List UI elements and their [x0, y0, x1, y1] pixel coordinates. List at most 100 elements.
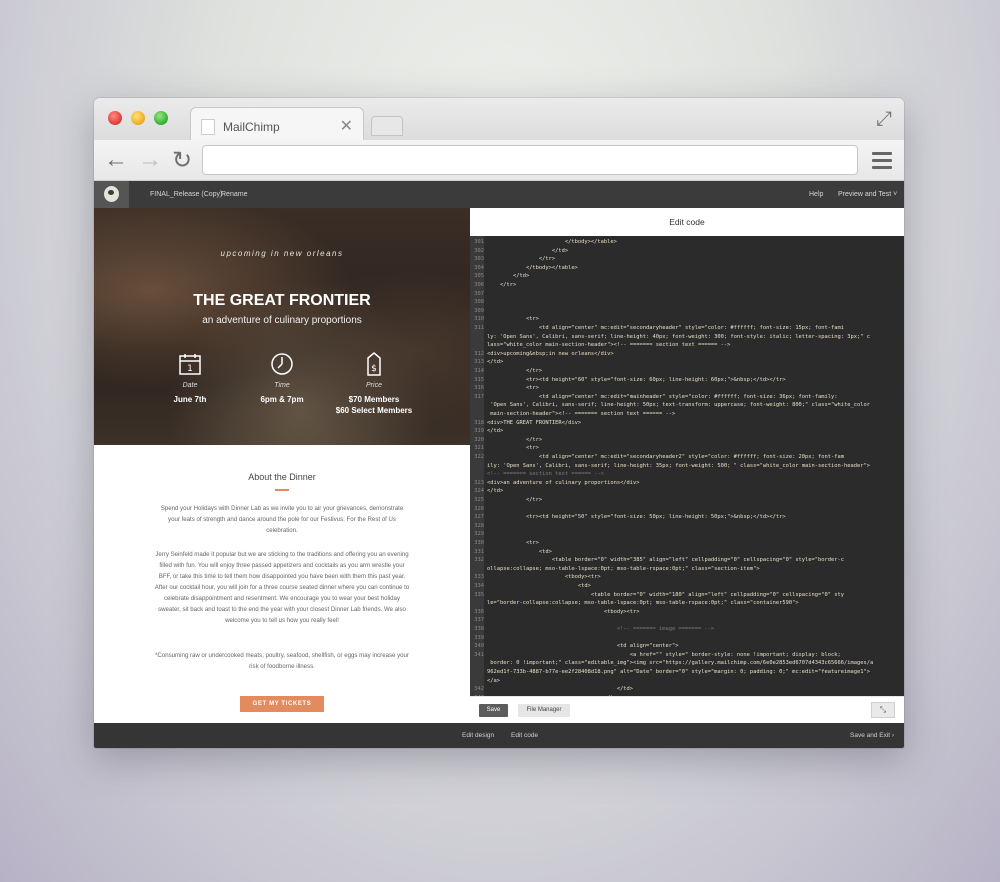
code-line[interactable]: le="border-collapse:collapse; mso-table-…	[470, 599, 904, 608]
code-line[interactable]: ollapse:collapse; mso-table-lspace:0pt; …	[470, 565, 904, 574]
code-line[interactable]: 316 <tr>	[470, 384, 904, 393]
code-line[interactable]: 309	[470, 307, 904, 316]
back-arrow-icon[interactable]: ←	[104, 146, 128, 174]
email-preview-pane: upcoming in new orleans THE GREAT FRONTI…	[94, 208, 470, 723]
line-number: 319	[474, 428, 484, 435]
code-line[interactable]: 342 </td>	[470, 685, 904, 694]
line-text: </td>	[487, 273, 530, 280]
price-label: Price	[366, 382, 382, 389]
save-button[interactable]: Save	[479, 704, 508, 717]
code-line[interactable]: 303 </tr>	[470, 255, 904, 264]
code-line[interactable]: 326	[470, 505, 904, 514]
code-line[interactable]: 325 </tr>	[470, 496, 904, 505]
price-tag-icon: $	[314, 352, 434, 376]
edit-code-tab[interactable]: Edit code	[511, 732, 538, 739]
code-line[interactable]: main-section-header"><!-- ======= sectio…	[470, 410, 904, 419]
code-line[interactable]: 327 <tr><td height="50" style="font-size…	[470, 513, 904, 522]
line-number: 342	[474, 686, 484, 693]
line-text: </td>	[487, 359, 504, 366]
edit-design-tab[interactable]: Edit design	[462, 732, 494, 739]
code-line[interactable]: 304 </tbody></table>	[470, 264, 904, 273]
code-line[interactable]: 341 <a href="" style=" border-style: non…	[470, 651, 904, 660]
code-line[interactable]: 'Open Sans', Calibri, sans-serif; line-h…	[470, 401, 904, 410]
hamburger-menu-icon[interactable]	[872, 152, 892, 173]
code-line[interactable]: 312 <div>upcoming&nbsp;in new orleans</di…	[470, 350, 904, 359]
browser-window: MailChimp ✕ ⤢ ← → ↻ FINAL_Release (Copy)…	[94, 98, 904, 748]
reload-icon[interactable]: ↻	[172, 146, 192, 175]
code-line[interactable]: 324 </td>	[470, 487, 904, 496]
line-text: 'Open Sans', Calibri, sans-serif; line-h…	[487, 402, 870, 409]
fullscreen-editor-icon[interactable]: ⤡	[871, 702, 895, 718]
save-and-exit-button[interactable]: Save and Exit ›	[850, 732, 894, 739]
code-line[interactable]: 338 <!-- ======= image ======= -->	[470, 625, 904, 634]
code-line[interactable]: 314 </tr>	[470, 367, 904, 376]
code-line[interactable]: 336 <tbody><tr>	[470, 608, 904, 617]
code-line[interactable]: 332 <table border="0" width="385" align=…	[470, 556, 904, 565]
line-number: 301	[474, 239, 484, 245]
forward-arrow-icon[interactable]: →	[138, 146, 162, 174]
rename-link[interactable]: Rename	[221, 191, 247, 198]
code-line[interactable]: 305 </td>	[470, 272, 904, 281]
minimize-window-button[interactable]	[131, 111, 145, 125]
code-line[interactable]: ly: 'Open Sans', Calibri, sans-serif; li…	[470, 333, 904, 342]
code-line[interactable]: ily: 'Open Sans', Calibri, sans-serif; l…	[470, 462, 904, 471]
code-line[interactable]: 333 <tbody><tr>	[470, 573, 904, 582]
code-line[interactable]: 334 <td>	[470, 582, 904, 591]
code-area[interactable]: 301 </tbody></table> 302 </td> 303 </tr> 30…	[470, 236, 904, 696]
tab-close-icon[interactable]: ✕	[340, 116, 353, 136]
line-number: 332	[474, 557, 484, 564]
fullscreen-expand-icon[interactable]: ⤢	[876, 108, 892, 131]
preview-and-test-menu[interactable]: Preview and Test ˅	[838, 191, 897, 198]
code-line[interactable]: 321 <tr>	[470, 444, 904, 453]
code-line[interactable]: 962ed1f-733b-4887-b77e-ee2f28408d18.png"…	[470, 668, 904, 677]
code-line[interactable]: <!-- ======= section text ====== -->	[470, 470, 904, 479]
code-line[interactable]: 323 <div>an adventure of culinary proport…	[470, 479, 904, 488]
line-text: </tr>	[487, 256, 556, 263]
mailchimp-logo-icon[interactable]	[94, 181, 129, 208]
code-line[interactable]: </a>	[470, 677, 904, 686]
address-bar[interactable]	[202, 145, 858, 175]
code-line[interactable]: 319 </td>	[470, 427, 904, 436]
code-line[interactable]: 311 <td align="center" mc:edit="secondar…	[470, 324, 904, 333]
file-name: FINAL_Release (Copy)	[150, 191, 223, 198]
code-line[interactable]: 322 <td align="center" mc:edit="secondar…	[470, 453, 904, 462]
code-line[interactable]: 308	[470, 298, 904, 307]
help-link[interactable]: Help	[809, 191, 823, 198]
page-icon	[201, 119, 215, 135]
code-line[interactable]: 310 <tr>	[470, 315, 904, 324]
file-manager-button[interactable]: File Manager	[518, 704, 570, 717]
line-text: <!-- ======= image ======= -->	[487, 626, 715, 632]
code-line[interactable]: 318 <div>THE GREAT FRONTIER</div>	[470, 419, 904, 428]
code-line[interactable]: 337	[470, 616, 904, 625]
get-tickets-button[interactable]: GET MY TICKETS	[240, 696, 324, 712]
code-line[interactable]: 329	[470, 530, 904, 539]
about-paragraph-2: Jerry Seinfeld made it popular but we ar…	[154, 551, 410, 624]
code-line[interactable]: 307	[470, 290, 904, 299]
line-text: <div>upcoming&nbsp;in new orleans</div>	[487, 350, 614, 357]
code-line[interactable]: 320 </tr>	[470, 436, 904, 445]
code-line[interactable]: 306 </tr>	[470, 281, 904, 290]
browser-tab[interactable]: MailChimp ✕	[190, 107, 364, 142]
code-line[interactable]: 313 </td>	[470, 358, 904, 367]
hero-subtitle: an adventure of culinary proportions	[202, 315, 362, 326]
code-line[interactable]: 317 <td align="center" mc:edit="mainhead…	[470, 393, 904, 402]
line-text: le="border-collapse:collapse; mso-table-…	[487, 600, 799, 607]
code-line[interactable]: 330 <tr>	[470, 539, 904, 548]
hero-kicker: upcoming in new orleans	[220, 249, 344, 258]
code-line[interactable]: 301 </tbody></table>	[470, 238, 904, 247]
maximize-window-button[interactable]	[154, 111, 168, 125]
code-line[interactable]: 331 <td>	[470, 548, 904, 557]
code-line[interactable]: 302 </td>	[470, 247, 904, 256]
code-line[interactable]: 335 <table border="0" width="180" align=…	[470, 591, 904, 600]
code-line[interactable]: 340 <td align="center">	[470, 642, 904, 651]
line-text: <td align="center" mc:edit="secondaryhea…	[487, 454, 844, 460]
new-tab-button[interactable]	[371, 116, 403, 136]
line-number: 324	[474, 488, 484, 495]
line-number: 329	[474, 531, 484, 538]
code-line[interactable]: border: 0 !important;" class="editable_i…	[470, 659, 904, 668]
code-line[interactable]: 328	[470, 522, 904, 531]
close-window-button[interactable]	[108, 111, 122, 125]
code-line[interactable]: lass="white_color main-section-header"><…	[470, 341, 904, 350]
code-line[interactable]: 339	[470, 634, 904, 643]
code-line[interactable]: 315 <tr><td height="60" style="font-size…	[470, 376, 904, 385]
